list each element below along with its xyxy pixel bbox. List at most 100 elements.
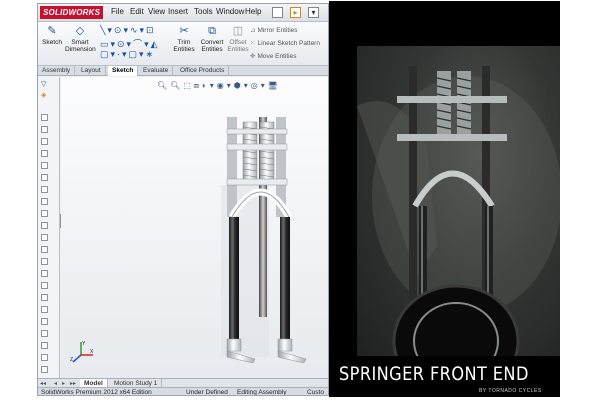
photo-panel: SPRINGER FRONT END BY TORNADO CYCLES xyxy=(329,1,560,397)
linear-pattern-label: Linear Sketch Pattern xyxy=(257,40,320,47)
menu-file[interactable]: File xyxy=(111,7,124,16)
tree-node[interactable] xyxy=(41,186,48,193)
photo-drawing xyxy=(357,46,560,397)
top-clamp xyxy=(226,128,288,135)
linear-pattern-button[interactable]: ⁙ Linear Sketch Pattern xyxy=(250,39,320,47)
sketch-icon: ✎ xyxy=(47,25,57,37)
save-icon[interactable]: ▾ xyxy=(308,7,319,18)
first-tab-arrow[interactable]: ◂◂ xyxy=(40,380,46,387)
new-document-icon[interactable] xyxy=(272,7,283,18)
trim-entities-button[interactable]: ✂ Trim Entities xyxy=(172,25,196,53)
front-leg-right xyxy=(280,217,290,342)
tab-office-products[interactable]: Office Products xyxy=(176,66,230,76)
convert-label-1: Convert xyxy=(200,39,224,46)
offset-icon: ◫ xyxy=(232,25,244,37)
sketch-button[interactable]: ✎ Sketch xyxy=(41,25,63,46)
tree-node[interactable] xyxy=(41,198,48,205)
photo-caption: SPRINGER FRONT END xyxy=(339,363,529,385)
solidworks-window: SOLIDWORKS File Edit View Insert Tools W… xyxy=(37,3,329,396)
lower-triple-tree xyxy=(226,178,288,186)
tree-node[interactable] xyxy=(41,366,48,373)
springer-fork-model xyxy=(221,117,307,364)
offset-label-2: Entities xyxy=(227,46,249,53)
menu-tools[interactable]: Tools xyxy=(194,7,213,16)
offset-label-1: Offset xyxy=(229,39,247,46)
trim-icon: ✂ xyxy=(179,25,189,37)
svg-text:X: X xyxy=(90,349,94,355)
tree-node[interactable] xyxy=(41,318,48,325)
menu-window[interactable]: Window xyxy=(216,7,244,16)
open-folder-icon[interactable]: ▸ xyxy=(290,7,301,18)
mirror-entities-label: Mirror Entities xyxy=(257,27,298,34)
last-tab-arrow[interactable]: ▸▸ xyxy=(70,380,76,387)
svg-text:Y: Y xyxy=(82,341,86,347)
smart-dimension-label-1: Smart xyxy=(71,39,89,46)
move-entities-button[interactable]: ✥ Move Entities xyxy=(250,52,296,60)
solidworks-logo[interactable]: SOLIDWORKS xyxy=(40,6,104,19)
smart-dimension-label-2: Dimension xyxy=(65,46,96,53)
next-tab-arrow[interactable]: ▸ xyxy=(62,380,65,387)
tree-node[interactable] xyxy=(41,282,48,289)
status-bar: SolidWorks Premium 2012 x64 Edition Unde… xyxy=(38,387,328,396)
smart-dimension-icon: ◇ xyxy=(75,25,85,37)
svg-text:Z: Z xyxy=(70,357,73,363)
polygon-point-tools[interactable]: ▢▾·▾▢▾∗ xyxy=(100,49,155,60)
tree-node[interactable] xyxy=(41,150,48,157)
move-entities-label: Move Entities xyxy=(257,53,297,60)
trim-label-2: Entities xyxy=(173,46,195,53)
convert-label-2: Entities xyxy=(201,46,223,53)
tree-node[interactable] xyxy=(41,138,48,145)
tree-node[interactable] xyxy=(41,174,48,181)
tree-node[interactable] xyxy=(41,114,48,121)
tree-node[interactable] xyxy=(41,210,48,217)
status-mode: Editing Assembly xyxy=(237,389,287,396)
offset-entities-button[interactable]: ◫ Offset Entities xyxy=(227,25,249,53)
feature-manager-tree: ▽ ◈ xyxy=(38,77,60,378)
tree-node[interactable] xyxy=(41,270,48,277)
graphics-area[interactable]: 🔍︎🔍︎⬚⧈◐▾◉▾⬢▾◎▾🖥︎ Y X Z xyxy=(61,77,328,378)
tree-node[interactable] xyxy=(41,294,48,301)
status-edition: SolidWorks Premium 2012 x64 Edition xyxy=(41,389,152,396)
upper-triple-tree xyxy=(226,143,288,151)
document-tabs: ◂◂ ◂ ▸ ▸▸ Model Motion Study 1 xyxy=(38,378,328,388)
assembly-icon[interactable]: ◈ xyxy=(41,91,53,101)
title-bar: SOLIDWORKS File Edit View Insert Tools W… xyxy=(38,4,328,22)
tree-node[interactable] xyxy=(41,258,48,265)
move-icon: ✥ xyxy=(250,53,256,60)
menu-help[interactable]: Help xyxy=(245,7,261,16)
front-leg-left xyxy=(229,217,239,342)
rocker-right xyxy=(277,350,307,364)
trim-label-1: Trim xyxy=(177,39,191,46)
tree-node[interactable] xyxy=(41,222,48,229)
filter-icon[interactable]: ▽ xyxy=(41,80,53,90)
command-tabs: Assembly Layout Sketch Evaluate Office P… xyxy=(38,66,328,76)
prev-tab-arrow[interactable]: ◂ xyxy=(54,380,57,387)
convert-entities-button[interactable]: ⧉ Convert Entities xyxy=(198,25,226,53)
mirror-entities-button[interactable]: ⊿ Mirror Entities xyxy=(250,26,298,34)
menu-view[interactable]: View xyxy=(148,7,165,16)
tree-node[interactable] xyxy=(41,354,48,361)
sketch-label: Sketch xyxy=(42,39,62,46)
tab-layout[interactable]: Layout xyxy=(77,66,106,76)
tree-node[interactable] xyxy=(41,126,48,133)
smart-dimension-button[interactable]: ◇ Smart Dimension xyxy=(65,25,96,53)
photo-credit: BY TORNADO CYCLES xyxy=(479,388,542,394)
menu-edit[interactable]: Edit xyxy=(130,7,144,16)
tree-node[interactable] xyxy=(41,162,48,169)
leg-end-right xyxy=(277,338,293,352)
line-circle-spline-tools[interactable]: ╲▾⊙▾∿▾⊡ xyxy=(100,25,156,36)
tree-node[interactable] xyxy=(41,342,48,349)
mirror-icon: ⊿ xyxy=(250,27,256,34)
tab-evaluate[interactable]: Evaluate xyxy=(139,66,174,76)
tree-node[interactable] xyxy=(41,246,48,253)
status-custom: Custo xyxy=(307,389,324,396)
tab-sketch[interactable]: Sketch xyxy=(108,66,139,76)
tab-assembly[interactable]: Assembly xyxy=(38,66,76,76)
coordinate-triad-icon: Y X Z xyxy=(70,341,94,363)
status-definition: Under Defined xyxy=(186,389,228,396)
tree-node[interactable] xyxy=(41,234,48,241)
tree-node[interactable] xyxy=(41,330,48,337)
menu-insert[interactable]: Insert xyxy=(168,7,188,16)
tree-node[interactable] xyxy=(41,306,48,313)
leg-end-left xyxy=(226,338,242,352)
